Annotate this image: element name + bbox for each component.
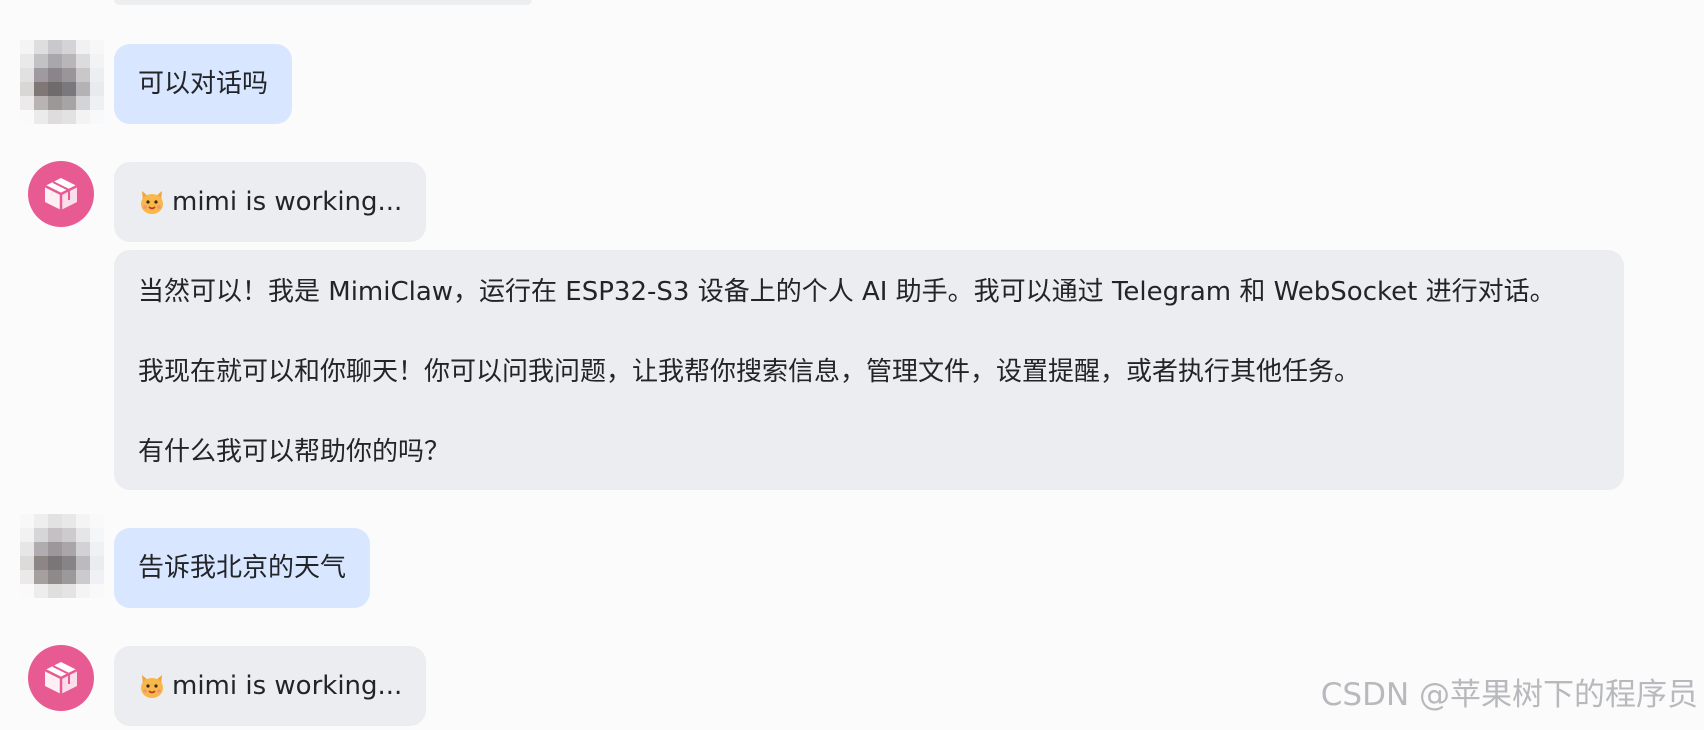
user-avatar[interactable] <box>20 40 104 124</box>
assistant-paragraph: 有什么我可以帮助你的吗？ <box>138 437 451 467</box>
cube-icon <box>44 662 78 694</box>
assistant-paragraph: 我现在就可以和你聊天！你可以问我问题，让我帮你搜索信息，管理文件，设置提醒，或者… <box>138 357 1361 387</box>
cat-icon <box>141 675 163 698</box>
status-message-bubble: mimi is working... <box>114 162 427 242</box>
status-text: mimi is working... <box>172 671 403 701</box>
cube-icon <box>44 178 78 210</box>
cat-icon <box>141 191 163 214</box>
user-message-bubble: 可以对话吗 <box>114 44 293 124</box>
bot-avatar[interactable] <box>28 645 94 711</box>
user-message-text: 可以对话吗 <box>138 69 269 99</box>
watermark: CSDN @苹果树下的程序员 <box>1320 677 1698 713</box>
assistant-paragraph: 当然可以！我是 MimiClaw，运行在 ESP32-S3 设备上的个人 AI … <box>138 277 1556 307</box>
user-message-bubble: 告诉我北京的天气 <box>114 528 371 608</box>
chat-window: 可以对话吗 mimi is working... 当然可以！我是 MimiCla… <box>0 0 1704 730</box>
user-avatar[interactable] <box>20 514 104 598</box>
bot-avatar[interactable] <box>28 161 94 227</box>
status-text: mimi is working... <box>172 187 403 217</box>
user-message-text: 告诉我北京的天气 <box>138 553 347 583</box>
assistant-message-bubble: 当然可以！我是 MimiClaw，运行在 ESP32-S3 设备上的个人 AI … <box>114 250 1624 490</box>
status-message-bubble: mimi is working... <box>114 646 427 726</box>
previous-message-bubble <box>114 0 532 5</box>
